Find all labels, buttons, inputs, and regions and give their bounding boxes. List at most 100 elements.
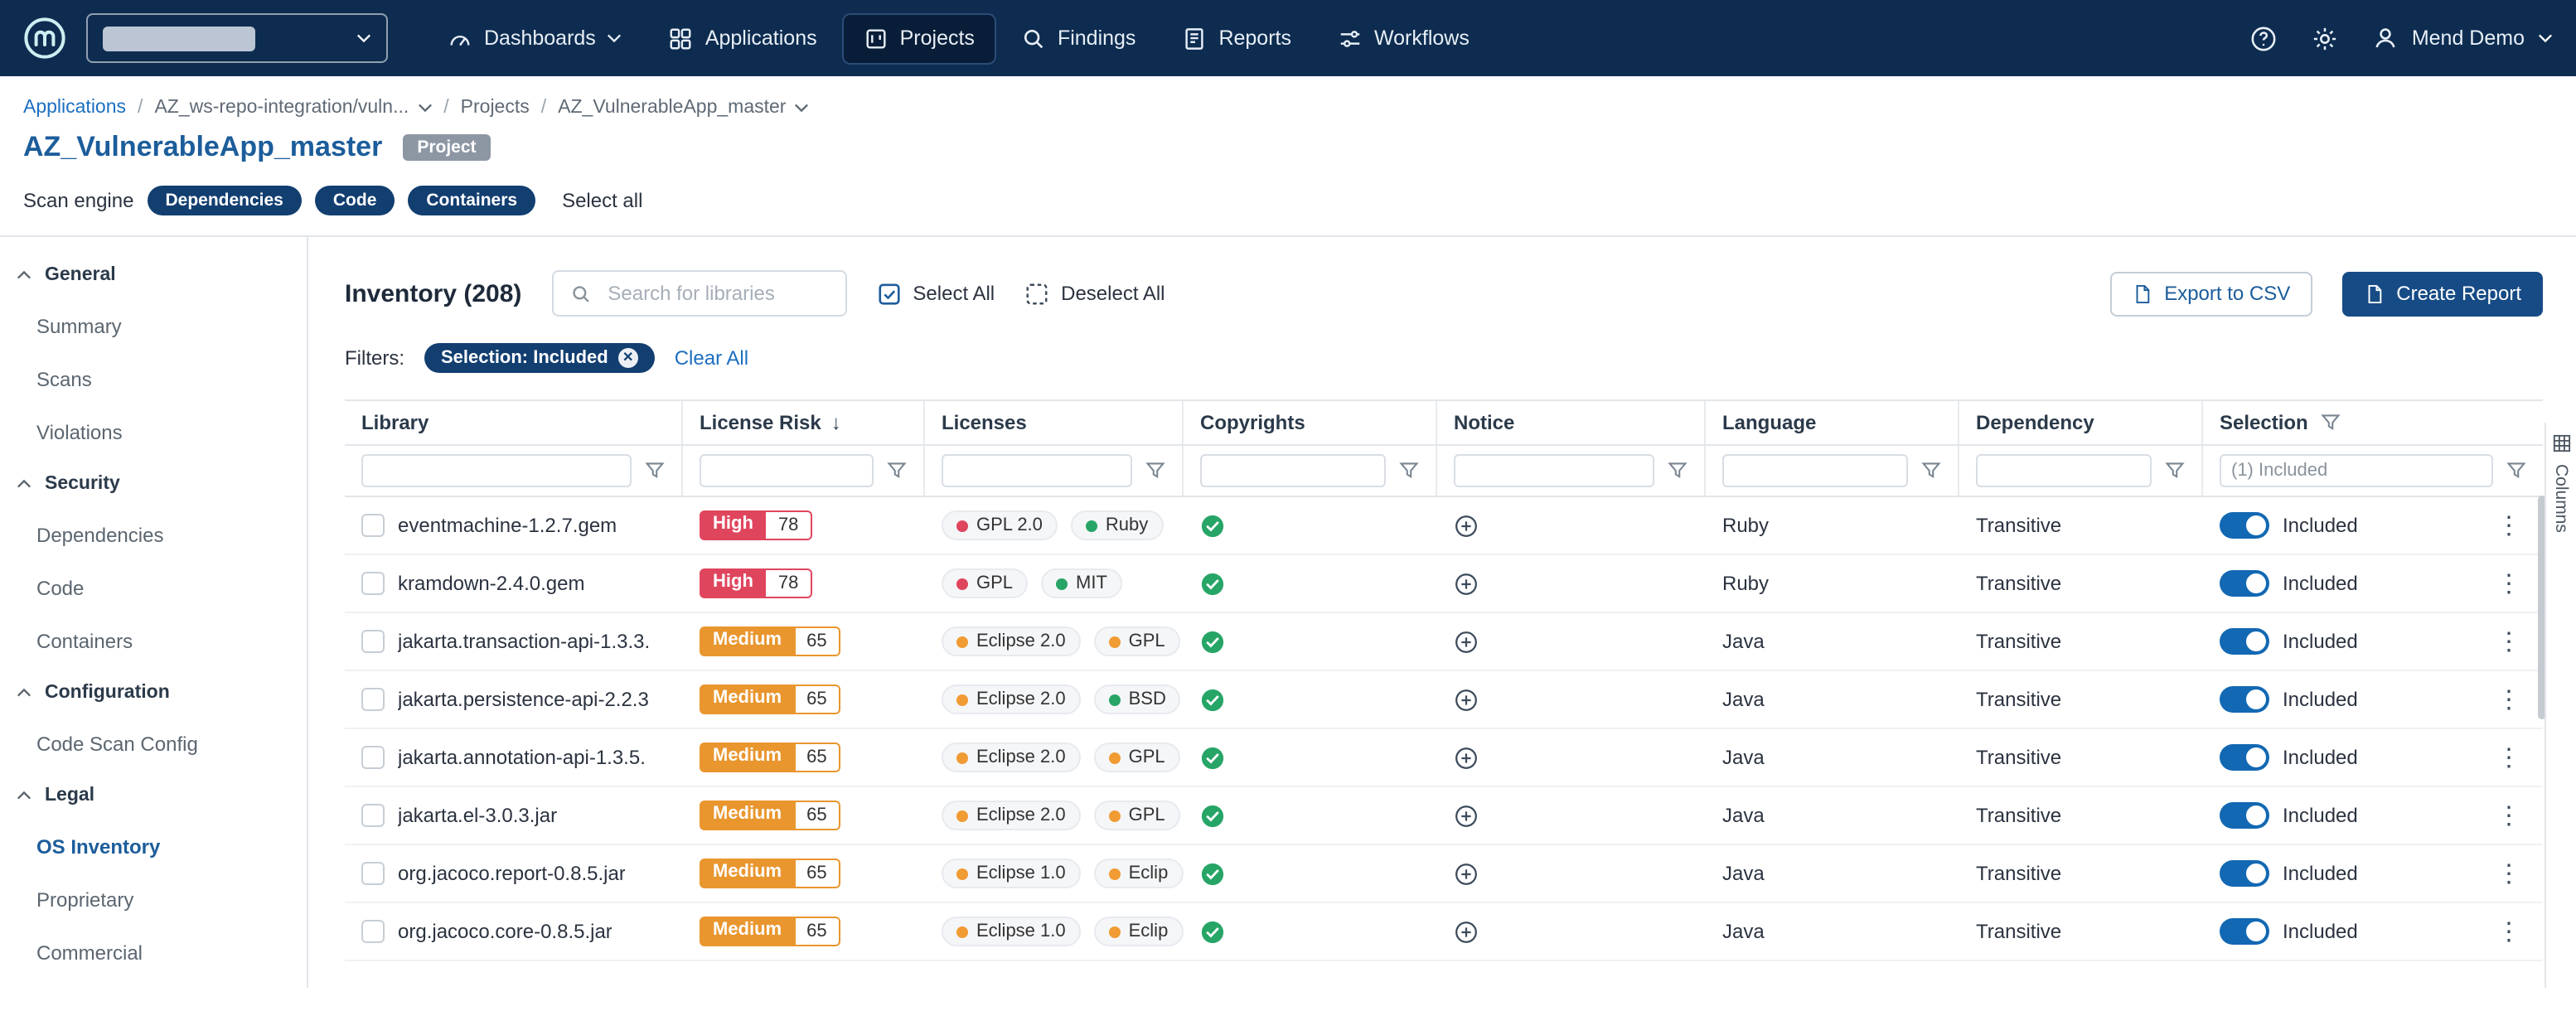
- row-menu-button[interactable]: ⋮: [2491, 687, 2526, 712]
- license-chip[interactable]: Ruby: [1071, 510, 1163, 540]
- row-checkbox[interactable]: [361, 920, 385, 943]
- table-row[interactable]: kramdown-2.4.0.gemHigh78GPLMITRubyTransi…: [345, 555, 2543, 613]
- col-header-copyrights[interactable]: Copyrights: [1184, 401, 1437, 444]
- col-header-dependency[interactable]: Dependency: [1959, 401, 2203, 444]
- row-checkbox[interactable]: [361, 630, 385, 653]
- selection-toggle[interactable]: [2220, 686, 2269, 713]
- notice-plus-icon[interactable]: [1454, 861, 1479, 886]
- sidebar-section-configuration[interactable]: Configuration: [0, 668, 307, 718]
- table-row[interactable]: jakarta.annotation-api-1.3.5.Medium65Ecl…: [345, 729, 2543, 787]
- sidebar-section-security[interactable]: Security: [0, 459, 307, 509]
- filter-icon[interactable]: [2506, 461, 2526, 481]
- scan-engine-pill-dependencies[interactable]: Dependencies: [147, 186, 301, 215]
- col-header-library[interactable]: Library: [345, 401, 683, 444]
- column-filter-input-copyrights[interactable]: [1200, 454, 1386, 487]
- col-header-licenses[interactable]: Licenses: [925, 401, 1184, 444]
- license-chip[interactable]: Eclipse 2.0: [942, 626, 1081, 656]
- mend-logo-icon[interactable]: [23, 17, 66, 60]
- filter-icon[interactable]: [1668, 461, 1687, 481]
- license-chip[interactable]: GPL: [1094, 801, 1180, 830]
- deselect-all-button[interactable]: Deselect All: [1024, 281, 1165, 306]
- table-row[interactable]: org.jacoco.report-0.8.5.jarMedium65Eclip…: [345, 845, 2543, 903]
- row-menu-button[interactable]: ⋮: [2491, 803, 2526, 828]
- breadcrumb-item-az-vulnerableapp-master[interactable]: AZ_VulnerableApp_master: [558, 98, 809, 118]
- column-filter-input-licenses[interactable]: [942, 454, 1132, 487]
- search-input[interactable]: [604, 280, 828, 307]
- sidebar-section-legal[interactable]: Legal: [0, 771, 307, 820]
- filter-icon[interactable]: [887, 461, 907, 481]
- row-menu-button[interactable]: ⋮: [2491, 861, 2526, 886]
- license-chip[interactable]: Eclipse 1.0: [942, 859, 1081, 888]
- license-chip[interactable]: Eclipse 2.0: [942, 743, 1081, 772]
- license-chip[interactable]: Eclipse 2.0: [942, 684, 1081, 714]
- column-filter-input-language[interactable]: [1722, 454, 1908, 487]
- license-chip[interactable]: Eclip: [1094, 859, 1184, 888]
- nav-findings[interactable]: Findings: [1001, 14, 1156, 62]
- sidebar-item-containers[interactable]: Containers: [0, 615, 307, 668]
- selection-toggle[interactable]: [2220, 628, 2269, 655]
- sidebar-item-scans[interactable]: Scans: [0, 353, 307, 406]
- nav-reports[interactable]: Reports: [1162, 14, 1311, 62]
- table-row[interactable]: eventmachine-1.2.7.gemHigh78GPL 2.0RubyR…: [345, 497, 2543, 555]
- col-header-language[interactable]: Language: [1706, 401, 1959, 444]
- sidebar-section-general[interactable]: General: [0, 250, 307, 300]
- license-chip[interactable]: Eclipse 2.0: [942, 801, 1081, 830]
- selection-toggle[interactable]: [2220, 918, 2269, 945]
- nav-dashboards[interactable]: Dashboards: [428, 14, 642, 62]
- nav-workflows[interactable]: Workflows: [1318, 14, 1489, 62]
- sidebar-item-proprietary[interactable]: Proprietary: [0, 873, 307, 926]
- col-header-selection[interactable]: Selection: [2203, 401, 2543, 444]
- scan-engine-pill-code[interactable]: Code: [315, 186, 395, 215]
- column-filter-input-license-risk[interactable]: [700, 454, 874, 487]
- license-chip[interactable]: GPL 2.0: [942, 510, 1058, 540]
- row-menu-button[interactable]: ⋮: [2491, 629, 2526, 654]
- row-checkbox[interactable]: [361, 862, 385, 885]
- selection-toggle[interactable]: [2220, 570, 2269, 597]
- sidebar-item-summary[interactable]: Summary: [0, 300, 307, 353]
- column-filter-input-notice[interactable]: [1454, 454, 1654, 487]
- settings-gear-icon[interactable]: [2311, 24, 2339, 52]
- export-csv-button[interactable]: Export to CSV: [2109, 271, 2312, 316]
- notice-plus-icon[interactable]: [1454, 629, 1479, 654]
- row-menu-button[interactable]: ⋮: [2491, 919, 2526, 944]
- help-icon[interactable]: [2249, 24, 2278, 52]
- row-checkbox[interactable]: [361, 688, 385, 711]
- sidebar-item-dependencies[interactable]: Dependencies: [0, 509, 307, 562]
- column-filter-input-dependency[interactable]: [1976, 454, 2152, 487]
- nav-projects[interactable]: Projects: [844, 14, 995, 62]
- scan-engine-select-all[interactable]: Select all: [562, 189, 642, 212]
- sidebar-item-violations[interactable]: Violations: [0, 406, 307, 459]
- remove-filter-icon[interactable]: ✕: [618, 348, 638, 368]
- sidebar-item-code-scan-config[interactable]: Code Scan Config: [0, 718, 307, 771]
- table-row[interactable]: jakarta.transaction-api-1.3.3.Medium65Ec…: [345, 613, 2543, 671]
- filter-icon[interactable]: [645, 461, 665, 481]
- row-menu-button[interactable]: ⋮: [2491, 745, 2526, 770]
- sidebar-item-os-inventory[interactable]: OS Inventory: [0, 820, 307, 873]
- sidebar-item-commercial[interactable]: Commercial: [0, 926, 307, 980]
- breadcrumb-item-projects[interactable]: Projects: [461, 98, 530, 118]
- notice-plus-icon[interactable]: [1454, 571, 1479, 596]
- filter-icon[interactable]: [1921, 461, 1941, 481]
- notice-plus-icon[interactable]: [1454, 803, 1479, 828]
- filter-icon[interactable]: [2165, 461, 2185, 481]
- license-chip[interactable]: MIT: [1041, 568, 1122, 598]
- row-menu-button[interactable]: ⋮: [2491, 571, 2526, 596]
- filter-icon[interactable]: [1399, 461, 1419, 481]
- create-report-button[interactable]: Create Report: [2341, 271, 2543, 316]
- notice-plus-icon[interactable]: [1454, 513, 1479, 538]
- selection-toggle[interactable]: [2220, 860, 2269, 887]
- nav-applications[interactable]: Applications: [649, 14, 837, 62]
- table-row[interactable]: jakarta.el-3.0.3.jarMedium65Eclipse 2.0G…: [345, 787, 2543, 845]
- col-header-license-risk[interactable]: License Risk↓: [683, 401, 925, 444]
- license-chip[interactable]: GPL: [942, 568, 1028, 598]
- filter-icon[interactable]: [1145, 461, 1165, 481]
- selection-toggle[interactable]: [2220, 512, 2269, 539]
- notice-plus-icon[interactable]: [1454, 919, 1479, 944]
- row-menu-button[interactable]: ⋮: [2491, 513, 2526, 538]
- selection-toggle[interactable]: [2220, 802, 2269, 829]
- notice-plus-icon[interactable]: [1454, 745, 1479, 770]
- row-checkbox[interactable]: [361, 514, 385, 537]
- license-chip[interactable]: Eclipse 1.0: [942, 917, 1081, 946]
- sidebar-item-code[interactable]: Code: [0, 562, 307, 615]
- organization-selector[interactable]: [86, 13, 388, 63]
